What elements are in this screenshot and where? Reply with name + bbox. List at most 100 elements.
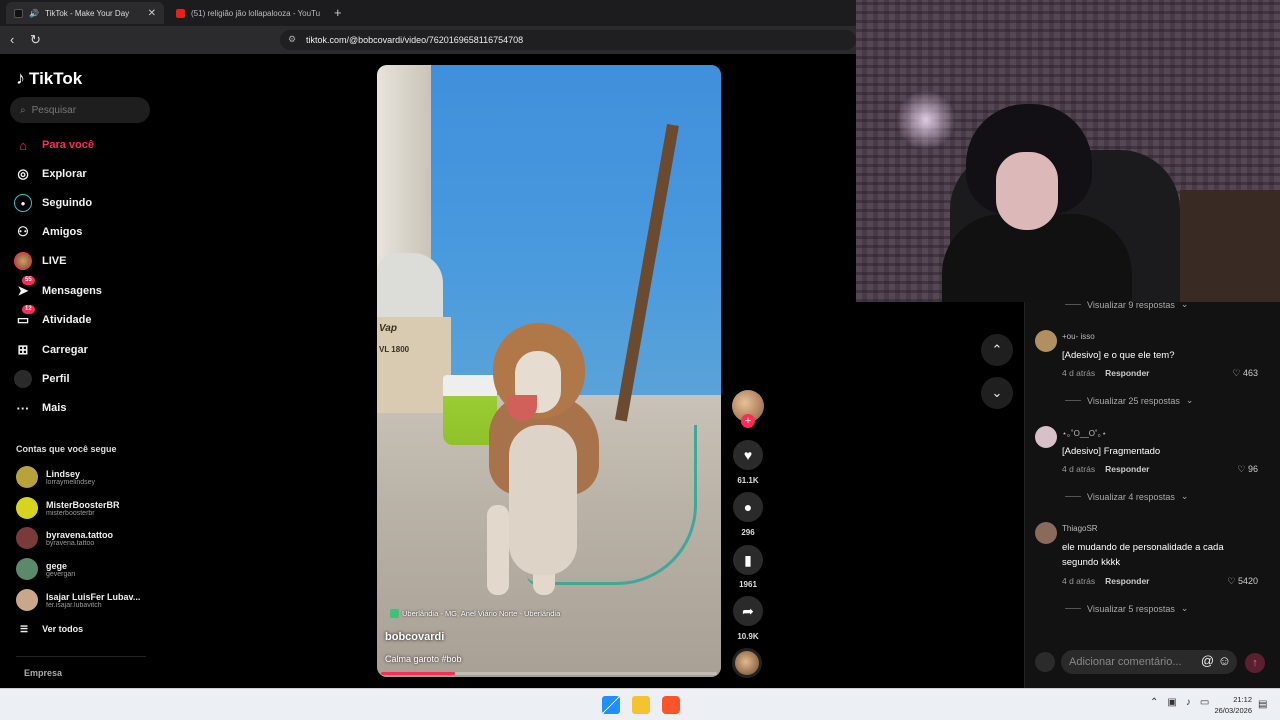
brave-browser-icon[interactable] (662, 696, 680, 714)
music-disc-icon[interactable] (732, 648, 762, 678)
save-button[interactable]: ▮ (733, 545, 763, 575)
clock[interactable]: 21:12 26/03/2026 (1206, 694, 1252, 716)
comment-input[interactable]: Adicionar comentário... @ ☺ (1061, 650, 1237, 674)
home-icon: ⌂ (19, 137, 27, 153)
next-video-button[interactable]: ⌄ (981, 377, 1013, 409)
webcam-frame (996, 152, 1058, 230)
following-account[interactable]: Lindsey lorraymelindsey (16, 466, 146, 488)
following-account[interactable]: MisterBoosterBR misterboosterbr (16, 497, 146, 519)
menu-item-para-voce[interactable]: ⌂ Para você (14, 134, 94, 156)
like-count: 61.1K (737, 476, 759, 485)
emoji-icon[interactable]: ☺ (1218, 653, 1231, 668)
tab-tiktok[interactable]: 🔊 TikTok - Make Your Day ✕ (6, 2, 164, 24)
reply-button[interactable]: Responder (1105, 464, 1149, 474)
tab-title: TikTok - Make Your Day (44, 8, 130, 18)
url-field[interactable]: ⚙ tiktok.com/@bobcovardi/video/762016965… (280, 30, 856, 50)
tiktok-favicon-icon (14, 8, 23, 18)
windows-start-icon[interactable] (602, 696, 620, 714)
site-settings-icon[interactable]: ⚙ (288, 34, 296, 45)
url-text: tiktok.com/@bobcovardi/video/76201696581… (306, 35, 524, 45)
tab-youtube[interactable]: (51) religião jão lollapalooza - YouTu (168, 2, 324, 24)
menu-item-mais[interactable]: ··· Mais (14, 397, 67, 419)
search-input[interactable]: ⌕ Pesquisar (10, 97, 150, 123)
back-icon[interactable]: ‹ (10, 32, 14, 47)
menu-item-live[interactable]: LIVE (14, 250, 66, 272)
chevron-down-icon: ⌄ (1185, 395, 1194, 405)
menu-item-carregar[interactable]: ⊞ Carregar (14, 339, 88, 361)
post-comment-button[interactable]: ↑ (1245, 653, 1265, 673)
following-account[interactable]: Isajar LuisFer Lubav... fer.isajar.lubavi… (16, 589, 146, 611)
comment-like-button[interactable]: ♡ 463 (1232, 368, 1258, 379)
chevron-down-icon: ⌄ (1180, 299, 1189, 309)
chevron-down-icon: ⌄ (991, 385, 1003, 400)
comment-like-count: 463 (1242, 368, 1258, 378)
bookmark-icon: ▮ (744, 551, 752, 568)
save-count: 1961 (739, 580, 757, 589)
location-text: Uberlândia - MG, Anel Viário Norte - Ube… (402, 609, 561, 618)
avatar (16, 497, 38, 519)
reply-button[interactable]: Responder (1105, 576, 1149, 586)
comment-text: [Adesivo] Fragmentado (1062, 446, 1161, 457)
like-button[interactable]: ♥ (733, 440, 763, 470)
location-tag[interactable]: Uberlândia - MG, Anel Viário Norte - Ube… (390, 609, 560, 618)
see-all-button[interactable]: ☰ Ver todos (20, 624, 83, 635)
file-explorer-icon[interactable] (632, 696, 650, 714)
new-tab-button[interactable]: + (334, 5, 342, 20)
menu-item-explorar[interactable]: ◎ Explorar (14, 163, 86, 185)
comment-like-button[interactable]: ♡ 5420 (1227, 576, 1258, 587)
see-all-label: Ver todos (42, 624, 84, 634)
view-replies-button[interactable]: Visualizar 4 respostas ⌄ (1065, 491, 1188, 502)
view-replies-label: Visualizar 9 respostas (1087, 299, 1175, 310)
comment-avatar[interactable] (1035, 426, 1057, 448)
tab-title: (51) religião jão lollapalooza - YouTu (191, 8, 321, 18)
comment-username[interactable]: ⋆｡˚O__O˚｡⋆ (1062, 428, 1107, 439)
view-replies-button[interactable]: Visualizar 5 respostas ⌄ (1065, 603, 1188, 614)
logo-text: TikTok (29, 68, 83, 88)
profile-icon (14, 370, 32, 388)
video-username[interactable]: bobcovardi (385, 631, 444, 643)
video-player[interactable]: Vap VL 1800 Uberlândia - MG, Anel Viário… (377, 65, 721, 677)
menu-item-amigos[interactable]: ⚇ Amigos (14, 221, 82, 243)
reload-icon[interactable]: ↻ (30, 32, 41, 48)
tiktok-logo[interactable]: ♪ TikTok (16, 68, 82, 89)
chevron-up-icon[interactable]: ⌃ (1150, 697, 1158, 708)
divider (16, 656, 146, 657)
comment-text: [Adesivo] e o que ele tem? (1062, 350, 1175, 361)
menu-label: Atividade (42, 314, 92, 326)
video-frame (377, 253, 443, 323)
view-replies-button[interactable]: Visualizar 9 respostas ⌄ (1065, 299, 1188, 310)
comment-username[interactable]: +ou- isso (1062, 332, 1095, 341)
share-button[interactable]: ➦ (733, 596, 763, 626)
menu-item-perfil[interactable]: Perfil (14, 368, 70, 390)
following-account[interactable]: byravena.tattoo byravena.tattoo (16, 527, 146, 549)
mention-icon[interactable]: @ (1201, 653, 1214, 668)
previous-video-button[interactable]: ⌃ (981, 334, 1013, 366)
view-replies-button[interactable]: Visualizar 25 respostas ⌄ (1065, 395, 1193, 406)
comment-text: ele mudando de personalidade a cada segu… (1062, 542, 1224, 568)
reply-button[interactable]: Responder (1105, 368, 1149, 378)
video-frame (509, 425, 577, 575)
following-account[interactable]: gege gevergari (16, 558, 146, 580)
volume-icon[interactable]: ♪ (1186, 697, 1191, 708)
comment-avatar[interactable] (1035, 522, 1057, 544)
notification-icon[interactable]: ▤ (1258, 699, 1267, 710)
account-handle: byravena.tattoo (46, 539, 95, 547)
screen: 🔊 TikTok - Make Your Day ✕ (51) religião… (0, 0, 1280, 720)
menu-item-seguindo[interactable]: ● Seguindo (14, 192, 92, 214)
view-replies-label: Visualizar 4 respostas (1087, 491, 1175, 502)
close-tab-icon[interactable]: ✕ (148, 8, 156, 19)
comment-avatar[interactable] (1035, 330, 1057, 352)
network-icon[interactable]: ▣ (1167, 697, 1176, 708)
comment-like-button[interactable]: ♡ 96 (1237, 464, 1258, 475)
company-link[interactable]: Empresa (24, 668, 62, 678)
menu-label: Para você (42, 139, 94, 151)
divider (1065, 304, 1081, 305)
follow-plus-icon[interactable]: + (741, 414, 755, 428)
comment-username[interactable]: ThiagoSR (1062, 524, 1098, 533)
comment-button[interactable]: ● (733, 492, 763, 522)
more-icon: ··· (16, 400, 30, 416)
menu-item-mensagens[interactable]: ➤ 55 Mensagens (14, 276, 102, 302)
video-progress-bar[interactable] (381, 672, 717, 675)
menu-item-atividade[interactable]: ▭ 12 Atividade (14, 305, 92, 331)
account-name: Lindsey (46, 468, 81, 479)
